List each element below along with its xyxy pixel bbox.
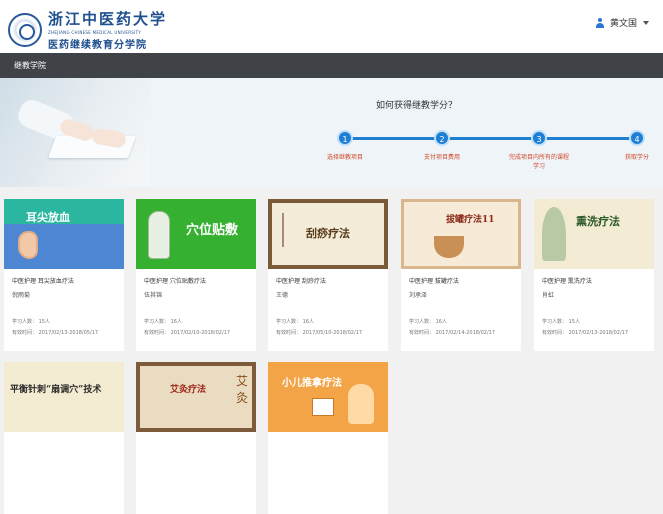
massage-illustration-icon [312,398,334,416]
course-name[interactable]: 中医护理 刮痧疗法 [276,276,326,285]
thumbnail-title: 艾灸疗法 [170,385,207,395]
course-thumbnail[interactable]: 艾灸疗法 艾灸 [136,362,256,432]
main-nav: 继教学院 [0,53,663,78]
ear-illustration-icon [18,231,38,259]
step-1-label: 选择继教项目 [326,154,363,161]
thumbnail-title: 熏洗疗法 [576,215,620,228]
credit-guide-banner: 如何获得继教学分？ 1 2 3 4 选择继教项目 支付项目费用 完成项目内所有的… [0,78,663,187]
thumbnail-title: 穴位贴敷 [186,223,239,238]
course-thumbnail[interactable]: 穴位贴敷 [136,199,256,269]
course-teacher: 刘承泽 [409,292,428,299]
course-thumbnail[interactable]: 刮痧疗法 [268,199,388,269]
step-2-label: 支付项目费用 [423,154,460,161]
step-4-label: 获取学分 [624,154,649,161]
thumbnail-title: 平衡针刺“扇调穴”技术 [10,385,102,395]
nav-item-current[interactable]: 继教学院 [14,60,46,71]
course-valid-period: 有效时间： 2017/02/14-2018/02/17 [409,330,496,336]
course-valid-period: 有效时间： 2017/02/13-2018/02/17 [542,330,629,336]
course-learner-count: 学习人数： 15人 [542,319,580,325]
university-logo[interactable]: 浙江中医药大学 ZHEJIANG CHINESE MEDICAL UNIVERS… [8,8,167,51]
course-card[interactable]: 小儿推拿疗法 [268,362,388,514]
chevron-down-icon [643,20,649,25]
thumbnail-title: 耳尖放血 [26,211,70,224]
course-valid-period: 有效时间： 2017/02/10-2018/02/17 [144,330,231,336]
step-4-badge: 4 [629,130,645,146]
step-3-badge: 3 [531,130,547,146]
course-thumbnail[interactable]: 熏洗疗法 [534,199,654,269]
cupping-jar-icon [434,236,464,258]
course-card[interactable]: 熏洗疗法 中医护理 熏洗疗法 肖虹 学习人数： 15人 有效时间： 2017/0… [534,199,654,351]
university-emblem-icon [8,12,42,47]
course-learner-count: 学习人数： 16人 [409,319,447,325]
course-valid-period: 有效时间： 2017/02/13-2018/05/17 [12,330,99,336]
step-2-badge: 2 [434,130,450,146]
user-name: 黄文国 [609,19,637,29]
user-icon [595,17,605,28]
course-learner-count: 学习人数： 16人 [276,319,314,325]
course-teacher: 王德 [276,292,289,299]
steps-progress-line [345,137,637,140]
banner-photo [0,78,150,187]
thumbnail-calligraphy: 艾灸 [236,374,249,405]
logo-text: 浙江中医药大学 ZHEJIANG CHINESE MEDICAL UNIVERS… [48,8,167,51]
course-name[interactable]: 中医护理 熏洗疗法 [542,276,592,285]
course-thumbnail[interactable]: 平衡针刺“扇调穴”技术 [4,362,124,432]
course-teacher: 肖虹 [542,292,555,299]
top-header: 浙江中医药大学 ZHEJIANG CHINESE MEDICAL UNIVERS… [0,0,663,53]
logo-english: ZHEJIANG CHINESE MEDICAL UNIVERSITY [48,30,142,35]
acupoint-figure-icon [148,211,170,259]
course-name[interactable]: 中医护理 穴位贴敷疗法 [144,276,206,285]
course-learner-count: 学习人数： 16人 [144,319,182,325]
thumbnail-title: 小儿推拿疗法 [282,378,342,389]
thumbnail-title: 刮痧疗法 [306,227,350,240]
step-3-label: 完成项目内所有的课程学习 [509,154,570,170]
course-card[interactable]: 平衡针刺“扇调穴”技术 [4,362,124,514]
course-teacher: 伍其锦 [144,292,163,299]
logo-title: 浙江中医药大学 [48,10,168,28]
herb-plant-icon [542,207,566,261]
course-card[interactable]: 拔罐疗法11 中医护理 拔罐疗法 刘承泽 学习人数： 16人 有效时间： 201… [401,199,521,351]
course-learner-count: 学习人数： 15人 [12,319,50,325]
course-teacher: 倪雨菊 [12,292,31,299]
banner-title: 如何获得继教学分？ [375,101,457,111]
user-menu[interactable]: 黄文国 [595,16,649,29]
calligraphy-icon [282,213,296,247]
course-thumbnail[interactable]: 耳尖放血 [4,199,124,269]
credit-steps: 1 2 3 4 [337,130,645,146]
step-1-badge: 1 [337,130,353,146]
course-valid-period: 有效时间： 2017/05/10-2018/02/17 [276,330,363,336]
course-thumbnail[interactable]: 拔罐疗法11 [401,199,521,269]
logo-subtitle: 医药继续教育分学院 [48,40,147,51]
course-card[interactable]: 刮痧疗法 中医护理 刮痧疗法 王德 学习人数： 16人 有效时间： 2017/0… [268,199,388,351]
course-name[interactable]: 中医护理 拔罐疗法 [409,276,459,285]
course-name[interactable]: 中医护理 耳尖放血疗法 [12,276,74,285]
course-card[interactable]: 穴位贴敷 中医护理 穴位贴敷疗法 伍其锦 学习人数： 16人 有效时间： 201… [136,199,256,351]
course-card[interactable]: 艾灸疗法 艾灸 [136,362,256,514]
child-illustration-icon [348,384,374,424]
course-card[interactable]: 耳尖放血 中医护理 耳尖放血疗法 倪雨菊 学习人数： 15人 有效时间： 201… [4,199,124,351]
thumbnail-title: 拔罐疗法11 [446,215,495,225]
course-thumbnail[interactable]: 小儿推拿疗法 [268,362,388,432]
